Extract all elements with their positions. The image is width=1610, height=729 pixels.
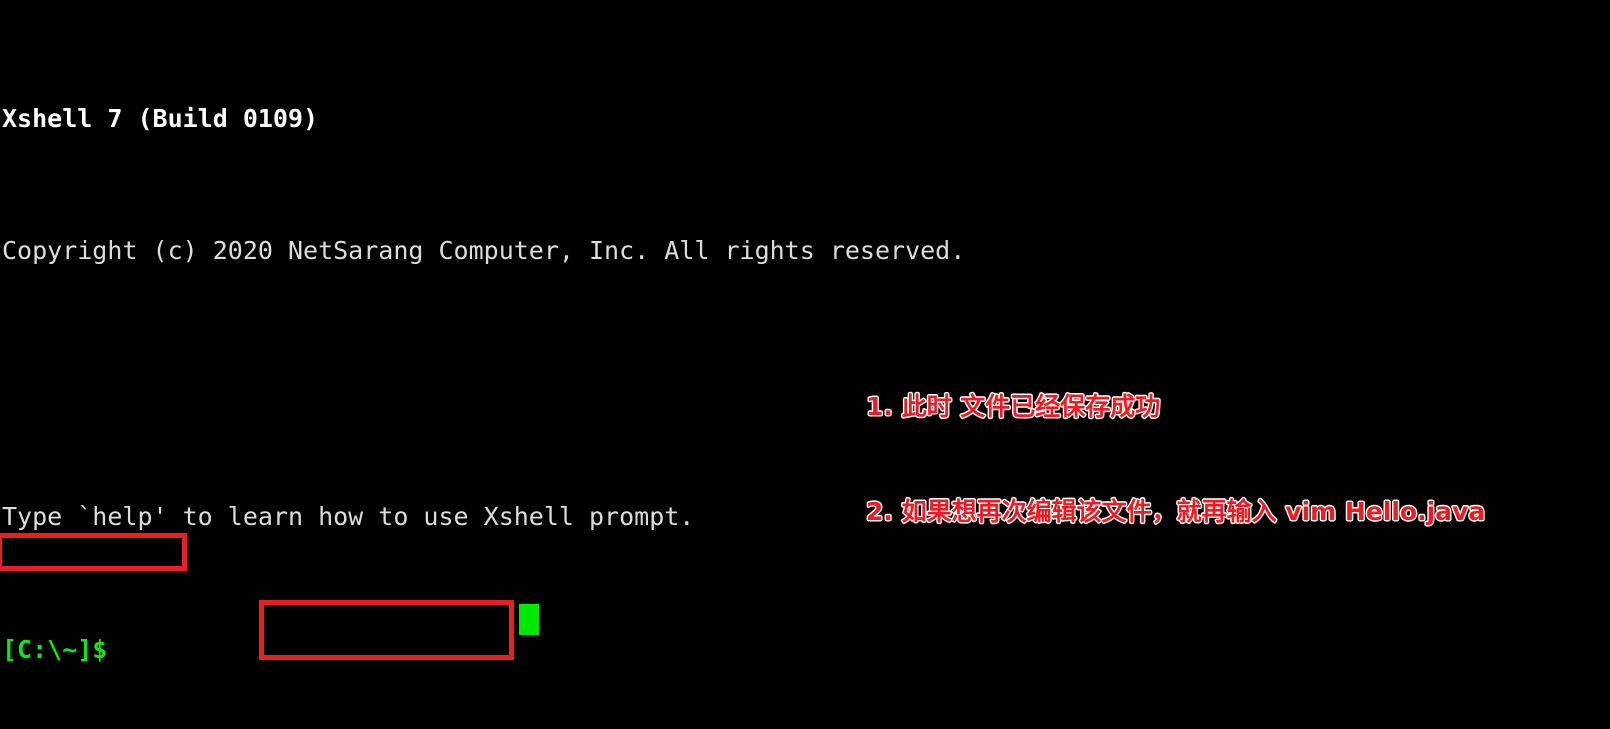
local-shell-prompt: [C:\~]$ — [2, 634, 108, 664]
annotation-line-2: 2. 如果想再次编辑该文件，就再输入 vim Hello.java — [865, 496, 1486, 526]
terminal-cursor — [519, 604, 539, 635]
annotation-line-1: 1. 此时 文件已经保存成功 — [865, 391, 1161, 421]
banner-copyright: Copyright (c) 2020 NetSarang Computer, I… — [2, 236, 966, 266]
xshell-terminal-window[interactable]: Xshell 7 (Build 0109) Copyright (c) 2020… — [0, 0, 1610, 729]
banner-title: Xshell 7 (Build 0109) — [2, 103, 319, 133]
annotation-overlay: 1. 此时 文件已经保存成功 2. 如果想再次编辑该文件，就再输入 vim He… — [865, 319, 1486, 599]
